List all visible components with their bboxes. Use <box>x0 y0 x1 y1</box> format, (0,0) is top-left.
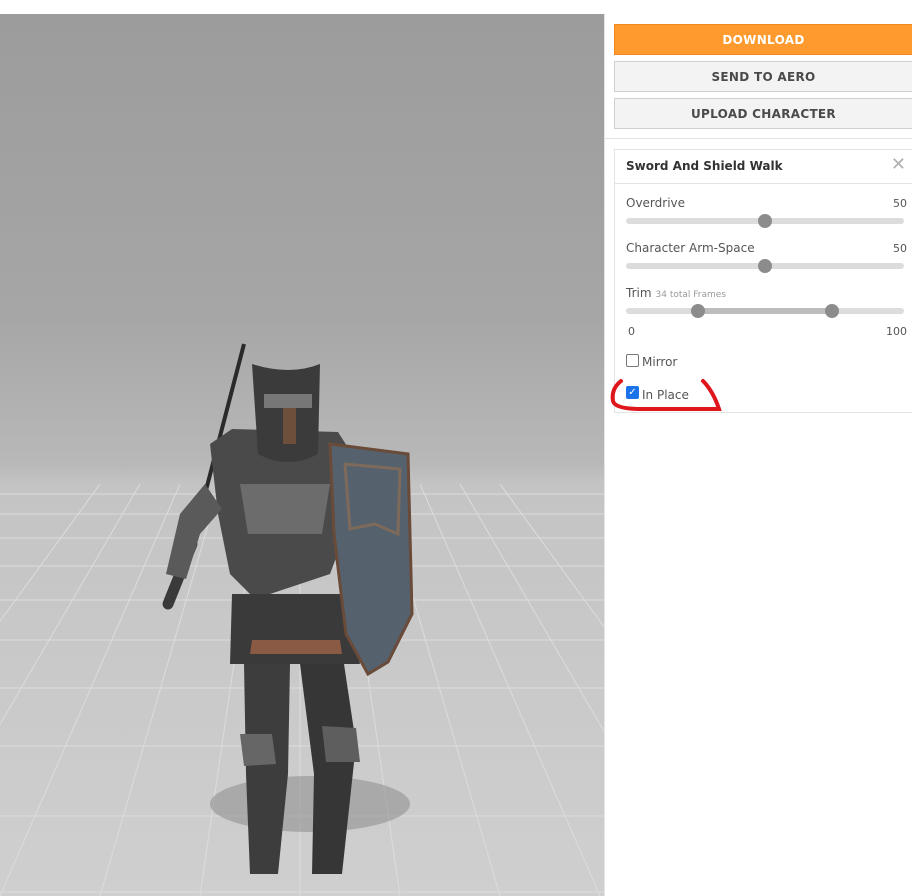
right-leg <box>300 664 356 874</box>
trim-range-fill <box>698 308 832 314</box>
download-button[interactable]: DOWNLOAD <box>614 24 912 55</box>
overdrive-slider-thumb[interactable] <box>758 214 772 228</box>
3d-viewport[interactable] <box>0 14 604 896</box>
arm-space-value: 50 <box>893 242 907 255</box>
highlight-annotation <box>610 379 722 411</box>
viewport-scene <box>0 343 604 896</box>
animation-title: Sword And Shield Walk <box>626 159 783 173</box>
trim-end-thumb[interactable] <box>824 304 839 318</box>
mirror-checkbox[interactable] <box>626 354 639 367</box>
divider <box>605 138 912 139</box>
left-leg <box>244 664 290 874</box>
send-to-aero-button[interactable]: SEND TO AERO <box>614 61 912 92</box>
close-icon[interactable]: ✕ <box>891 155 906 175</box>
overdrive-slider[interactable] <box>626 214 904 228</box>
trim-start-thumb[interactable] <box>691 304 706 318</box>
trim-slider[interactable] <box>626 304 904 318</box>
animation-settings-panel: Sword And Shield Walk ✕ Overdrive 50 Cha… <box>614 149 912 413</box>
sidebar: DOWNLOAD SEND TO AERO UPLOAD CHARACTER S… <box>604 14 912 896</box>
top-strip <box>0 0 604 14</box>
trim-label-row: Trim 34 total Frames <box>626 286 726 300</box>
overdrive-label: Overdrive <box>626 196 686 210</box>
arm-space-slider[interactable] <box>626 259 904 273</box>
character-shadow <box>210 776 410 832</box>
trim-label: Trim <box>626 286 652 300</box>
overdrive-value: 50 <box>893 197 907 210</box>
arm-space-slider-thumb[interactable] <box>758 259 772 273</box>
mirror-label: Mirror <box>642 355 678 369</box>
trim-frames-info: 34 total Frames <box>655 290 727 300</box>
trim-max-label: 100 <box>886 325 907 338</box>
upload-character-button[interactable]: UPLOAD CHARACTER <box>614 98 912 129</box>
panel-header: Sword And Shield Walk ✕ <box>615 150 912 184</box>
sword-arm <box>166 484 222 579</box>
arm-space-label: Character Arm-Space <box>626 241 755 255</box>
trim-min-label: 0 <box>628 325 635 338</box>
